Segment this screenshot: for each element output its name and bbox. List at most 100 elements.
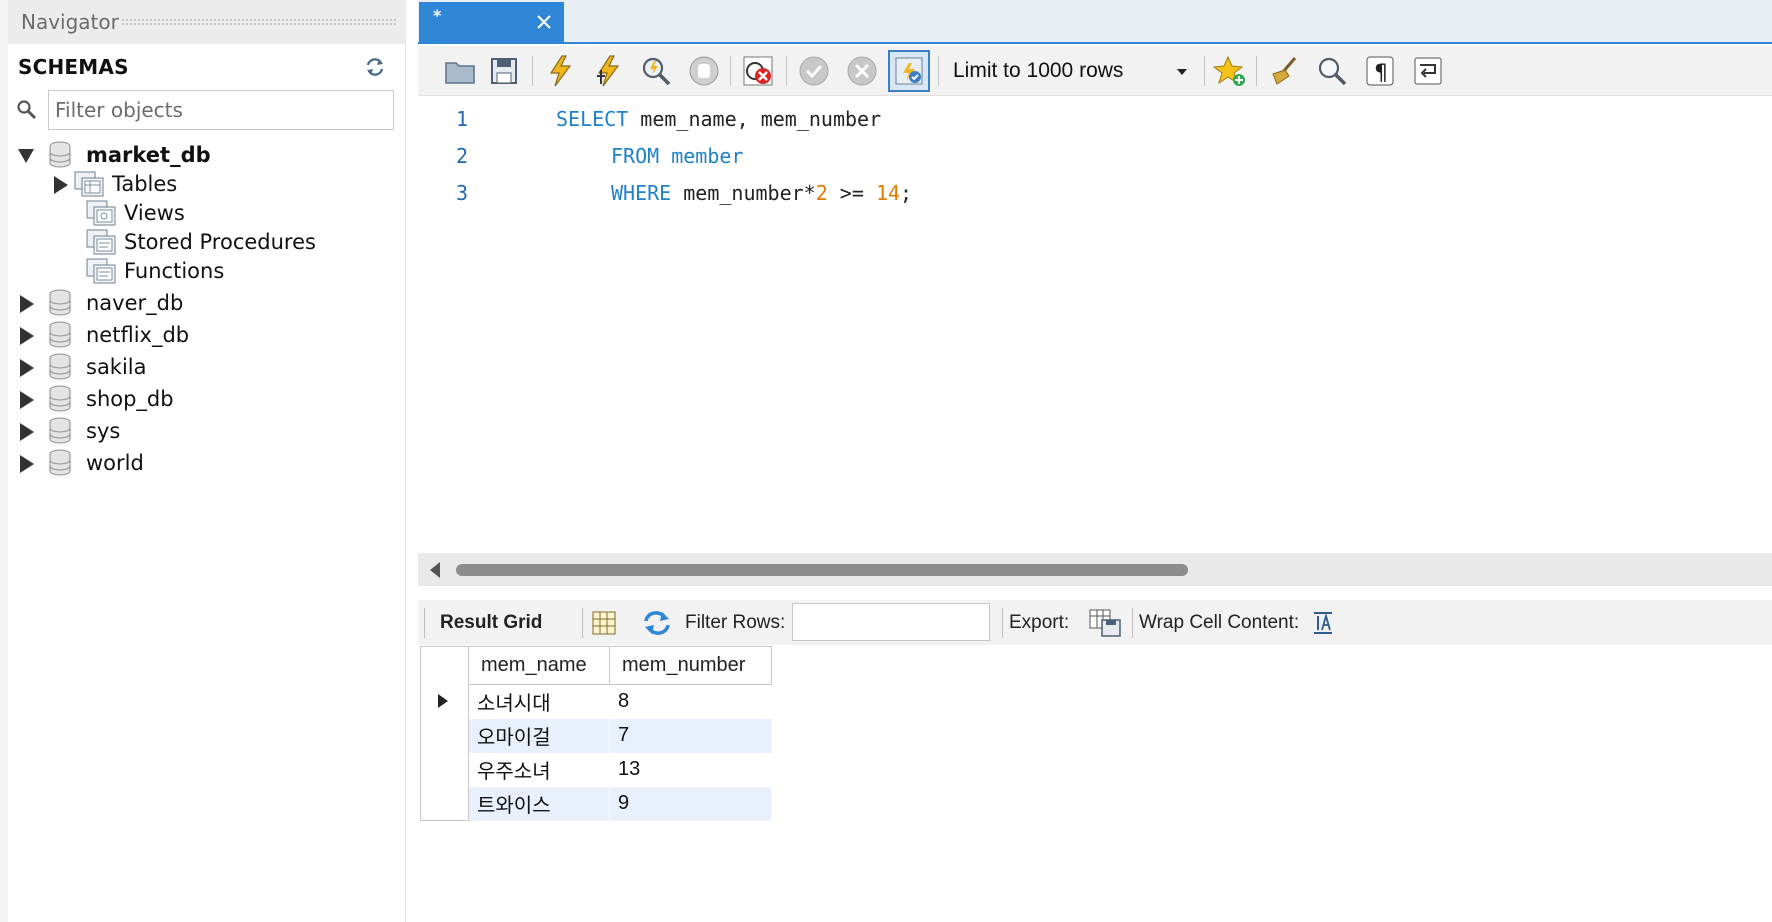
schema-naver-db[interactable]: naver_db xyxy=(18,288,183,318)
table-cell[interactable]: 소녀시대 xyxy=(468,684,610,719)
sql-keyword: FROM xyxy=(611,144,660,168)
save-button[interactable] xyxy=(484,51,524,91)
wrap-cell-toggle[interactable] xyxy=(1310,600,1336,645)
horizontal-scrollbar[interactable] xyxy=(418,553,1772,586)
find-button[interactable] xyxy=(1312,51,1352,91)
schema-world[interactable]: world xyxy=(18,448,144,478)
tree-item-stored-procedures[interactable]: Stored Procedures xyxy=(86,227,316,257)
table-row[interactable]: 소녀시대 8 xyxy=(420,684,772,719)
close-icon[interactable] xyxy=(533,11,555,33)
expand-arrow-icon[interactable] xyxy=(18,454,34,473)
navigator-edge xyxy=(0,0,8,922)
table-cell[interactable]: 9 xyxy=(609,786,772,821)
toolbar-separator xyxy=(730,56,731,86)
schema-sys[interactable]: sys xyxy=(18,416,120,446)
table-row[interactable]: 우주소녀 13 xyxy=(420,752,772,787)
scroll-left-icon[interactable] xyxy=(430,562,440,578)
text-wrap-icon xyxy=(1314,611,1332,634)
limit-rows-select[interactable]: Limit to 1000 rows xyxy=(944,52,1198,90)
column-header-mem-name[interactable]: mem_name xyxy=(468,646,610,685)
toolbar-separator xyxy=(532,56,533,86)
database-icon xyxy=(48,385,72,413)
tables-folder-icon xyxy=(74,171,104,197)
column-header-mem-number[interactable]: mem_number xyxy=(609,646,772,685)
sql-code-editor[interactable]: 1 SELECT mem_name, mem_number 2 FROM mem… xyxy=(418,97,1772,553)
rollback-button[interactable] xyxy=(842,51,882,91)
expand-arrow-icon[interactable] xyxy=(52,175,68,194)
open-file-button[interactable] xyxy=(440,51,480,91)
cancel-icon xyxy=(847,56,877,86)
row-selector[interactable] xyxy=(420,718,469,753)
collapse-arrow-icon[interactable] xyxy=(18,146,34,164)
beautify-button[interactable] xyxy=(1264,51,1304,91)
row-selector[interactable] xyxy=(420,752,469,787)
database-icon xyxy=(48,141,72,169)
line-number: 3 xyxy=(456,181,469,205)
sql-terminator: ; xyxy=(900,181,913,205)
refresh-schemas-icon[interactable] xyxy=(364,56,386,78)
tree-item-label: Stored Procedures xyxy=(124,230,316,254)
functions-folder-icon xyxy=(86,258,116,284)
execute-current-button[interactable] xyxy=(588,51,628,91)
table-cell[interactable]: 7 xyxy=(609,718,772,753)
toolbar-separator xyxy=(424,608,425,638)
row-selector[interactable] xyxy=(420,684,469,719)
expand-arrow-icon[interactable] xyxy=(18,326,34,345)
pilcrow-icon: ¶ xyxy=(1366,56,1394,86)
refresh-results-button[interactable] xyxy=(640,600,674,645)
filter-rows-label: Filter Rows: xyxy=(685,600,785,645)
schema-sakila[interactable]: sakila xyxy=(18,352,147,382)
table-row[interactable]: 트와이스 9 xyxy=(420,786,772,821)
expand-arrow-icon[interactable] xyxy=(18,390,34,409)
row-selector[interactable] xyxy=(420,786,469,821)
scrollbar-thumb[interactable] xyxy=(456,564,1188,576)
schema-market-db[interactable]: market_db xyxy=(18,140,211,170)
expand-arrow-icon[interactable] xyxy=(18,294,34,313)
table-row[interactable]: 오마이걸 7 xyxy=(420,718,772,753)
editor-tab-strip: * xyxy=(418,0,1772,44)
schemas-label: SCHEMAS xyxy=(18,55,129,79)
stop-button[interactable] xyxy=(684,51,724,91)
schema-shop-db[interactable]: shop_db xyxy=(18,384,174,414)
code-text: FROM member xyxy=(611,144,743,168)
sql-editor-area: * Limit to 1000 rows ¶ 1 SELECT mem_name… xyxy=(418,0,1772,922)
export-label: Export: xyxy=(1009,600,1069,645)
filter-objects-input[interactable] xyxy=(48,90,394,130)
execute-button[interactable] xyxy=(540,51,580,91)
toggle-invisible-chars-button[interactable]: ¶ xyxy=(1360,51,1400,91)
sql-toolbar: Limit to 1000 rows ¶ xyxy=(418,46,1772,96)
toggle-stop-on-error-button[interactable] xyxy=(738,51,778,91)
tree-item-views[interactable]: Views xyxy=(86,198,185,228)
filter-rows-input[interactable] xyxy=(792,603,990,641)
navigator-header: Navigator xyxy=(8,0,406,44)
result-grid[interactable]: mem_name mem_number 소녀시대 8 오마이걸 7 우주소녀 1… xyxy=(418,645,1772,922)
save-icon xyxy=(491,58,517,84)
toolbar-separator xyxy=(938,56,939,86)
commit-button[interactable] xyxy=(794,51,834,91)
add-snippet-button[interactable] xyxy=(1210,51,1250,91)
schema-label: world xyxy=(86,451,144,475)
table-cell[interactable]: 트와이스 xyxy=(468,786,610,821)
table-cell[interactable]: 8 xyxy=(609,684,772,719)
schema-label: market_db xyxy=(86,143,211,167)
navigator-drag-grip[interactable] xyxy=(120,18,398,26)
tree-item-tables[interactable]: Tables xyxy=(52,169,177,199)
table-cell[interactable]: 13 xyxy=(609,752,772,787)
schema-label: sys xyxy=(86,419,121,443)
result-grid-tab[interactable]: Result Grid xyxy=(440,600,542,645)
explain-button[interactable] xyxy=(636,51,676,91)
expand-arrow-icon[interactable] xyxy=(18,358,34,377)
star-add-icon xyxy=(1213,55,1245,86)
export-button[interactable] xyxy=(1088,600,1122,645)
table-cell[interactable]: 우주소녀 xyxy=(468,752,610,787)
table-cell[interactable]: 오마이걸 xyxy=(468,718,610,753)
toggle-autocommit-button[interactable] xyxy=(888,50,930,92)
tree-item-functions[interactable]: Functions xyxy=(86,256,224,286)
query-tab[interactable]: * xyxy=(419,2,564,44)
toggle-word-wrap-button[interactable] xyxy=(1408,51,1448,91)
expand-arrow-icon[interactable] xyxy=(18,422,34,441)
wrap-cell-label: Wrap Cell Content: xyxy=(1139,600,1299,645)
schema-netflix-db[interactable]: netflix_db xyxy=(18,320,189,350)
grid-view-button[interactable] xyxy=(590,600,618,645)
database-icon xyxy=(48,353,72,381)
